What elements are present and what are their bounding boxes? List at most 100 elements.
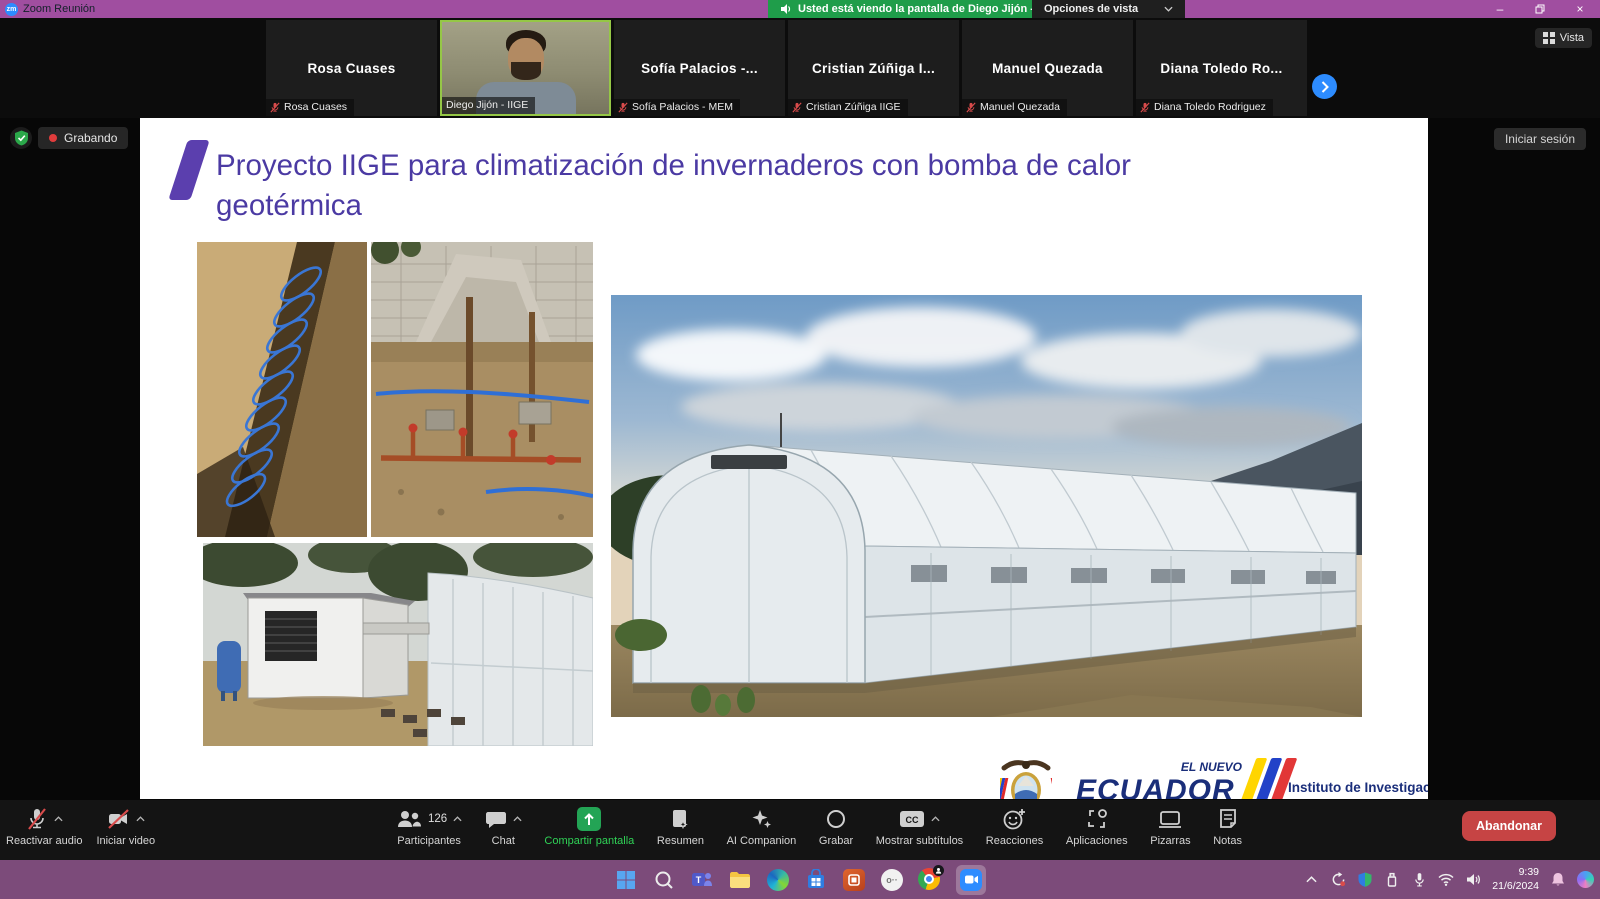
video-tile-sofia[interactable]: Sofía Palacios -... Sofía Palacios - MEM [614,20,785,116]
chevron-right-icon [1320,81,1330,93]
record-dot-icon [49,134,57,142]
store-icon[interactable] [804,868,828,892]
notes-button[interactable]: Notas [1213,807,1242,847]
camera-muted-icon [107,807,130,831]
share-screen-icon [577,807,601,831]
tray-chevron-icon[interactable] [1303,872,1319,888]
photo-piping-construction [371,242,593,537]
video-tile-cristian[interactable]: Cristian Zúñiga I... Cristian Zúñiga IIG… [788,20,959,116]
chevron-down-icon [1164,6,1173,12]
whiteboard-icon [1158,809,1182,830]
volume-icon[interactable] [1465,872,1481,888]
svg-text:CC: CC [905,815,918,825]
window-titlebar: zm Zoom Reunión Usted está viendo la pan… [0,0,1600,18]
participants-button[interactable]: 126 Participantes [396,807,462,847]
captions-button[interactable]: CC Mostrar subtítulos [876,807,963,847]
photo-heat-pump-house [203,543,593,746]
shield-check-icon [14,130,29,146]
teams-icon[interactable]: T [690,868,714,892]
participant-label: Diana Toledo Rodriguez [1136,99,1273,116]
banner-text: Usted está viendo la pantalla de Diego J… [798,3,1059,15]
vista-label: Vista [1560,32,1584,44]
participants-icon [396,809,422,829]
mic-muted-icon [792,102,802,113]
view-options-button[interactable]: Opciones de vista [1032,0,1185,18]
start-icon[interactable] [614,868,638,892]
chevron-up-icon[interactable] [54,816,63,822]
whiteboard-button[interactable]: Pizarras [1150,807,1190,847]
recorder-app-icon[interactable]: o·· [880,868,904,892]
copilot-icon[interactable] [1577,871,1594,888]
recording-indicator[interactable]: Grabando [38,127,128,149]
next-participants-button[interactable] [1312,74,1337,99]
edge-icon[interactable] [766,868,790,892]
screen-share-banner: Usted está viendo la pantalla de Diego J… [768,0,1071,18]
taskbar-time: 9:39 [1492,866,1539,880]
mic-muted-icon [26,807,48,831]
signin-button[interactable]: Iniciar sesión [1494,128,1586,150]
zoom-logo-icon: zm [5,3,18,16]
shared-screen-area: Proyecto IIGE para climatización de inve… [0,118,1600,800]
vista-view-button[interactable]: Vista [1535,28,1592,48]
chat-button[interactable]: Chat [485,807,522,847]
video-tile-manuel[interactable]: Manuel Quezada Manuel Quezada [962,20,1133,116]
photo-greenhouse [611,295,1362,717]
slide-title: Proyecto IIGE para climatización de inve… [216,146,1261,226]
usb-icon[interactable] [1384,872,1400,888]
chevron-up-icon[interactable] [931,816,940,822]
taskbar-clock[interactable]: 9:39 21/6/2024 [1492,866,1539,893]
slide-accent-slash [168,140,209,200]
zoom-toolbar: Reactivar audio Iniciar video [0,800,1600,860]
reactions-icon [1003,808,1027,831]
reactions-button[interactable]: Reacciones [986,807,1043,847]
toolbar-left-group: Reactivar audio Iniciar video [6,807,155,847]
mic-muted-icon [270,102,280,113]
file-explorer-icon[interactable] [728,868,752,892]
participant-label: Rosa Cuases [266,99,354,116]
security-shield-button[interactable] [10,127,32,149]
defender-shield-icon[interactable] [1357,872,1373,888]
wifi-icon[interactable] [1438,872,1454,888]
video-tile-rosa[interactable]: Rosa Cuases Rosa Cuases [266,20,437,116]
chrome-icon[interactable] [918,868,942,892]
captions-icon: CC [899,809,925,829]
chevron-up-icon[interactable] [513,816,522,822]
video-tile-diego-active-speaker[interactable]: Diego Jijón - IIGE [440,20,611,116]
close-button[interactable]: × [1560,0,1600,18]
window-controls: – × [1480,0,1600,18]
speaker-icon [780,3,792,15]
summary-button[interactable]: Resumen [657,807,704,847]
chevron-up-icon[interactable] [453,816,462,822]
notification-bell-icon[interactable] [1550,872,1566,888]
notes-icon [1218,808,1238,830]
leave-meeting-button[interactable]: Abandonar [1462,811,1556,841]
start-video-button[interactable]: Iniciar video [96,807,155,847]
ai-companion-icon [749,807,773,831]
logo-el-nuevo-text: EL NUEVO [1134,760,1242,774]
chrome-profile-badge [933,865,944,876]
summary-icon [670,808,690,830]
windows-taskbar: T o·· [0,860,1600,899]
share-screen-button[interactable]: Compartir pantalla [544,807,634,847]
sync-icon[interactable] [1330,872,1346,888]
video-tile-diana[interactable]: Diana Toledo Ro... Diana Toledo Rodrigue… [1136,20,1307,116]
minimize-button[interactable]: – [1480,0,1520,18]
record-button[interactable]: Grabar [819,807,853,847]
tray-mic-icon[interactable] [1411,872,1427,888]
record-icon [825,808,847,830]
zoom-app-icon[interactable] [956,865,986,895]
restore-button[interactable] [1520,0,1560,18]
window-title: Zoom Reunión [23,3,95,15]
ai-companion-button[interactable]: AI Companion [727,807,797,847]
apps-button[interactable]: Aplicaciones [1066,807,1128,847]
taskbar-apps: T o·· [614,860,986,899]
view-options-label: Opciones de vista [1044,3,1138,15]
chevron-up-icon[interactable] [136,816,145,822]
logo-ecuador-text: ECUADOR [1076,774,1235,799]
video-strip: Rosa Cuases Rosa Cuases Diego Jijón - II… [0,18,1600,118]
participant-label: Cristian Zúñiga IIGE [788,99,908,116]
office-app-icon[interactable] [842,868,866,892]
unmute-audio-button[interactable]: Reactivar audio [6,807,82,847]
presentation-slide: Proyecto IIGE para climatización de inve… [140,118,1428,799]
search-icon[interactable] [652,868,676,892]
